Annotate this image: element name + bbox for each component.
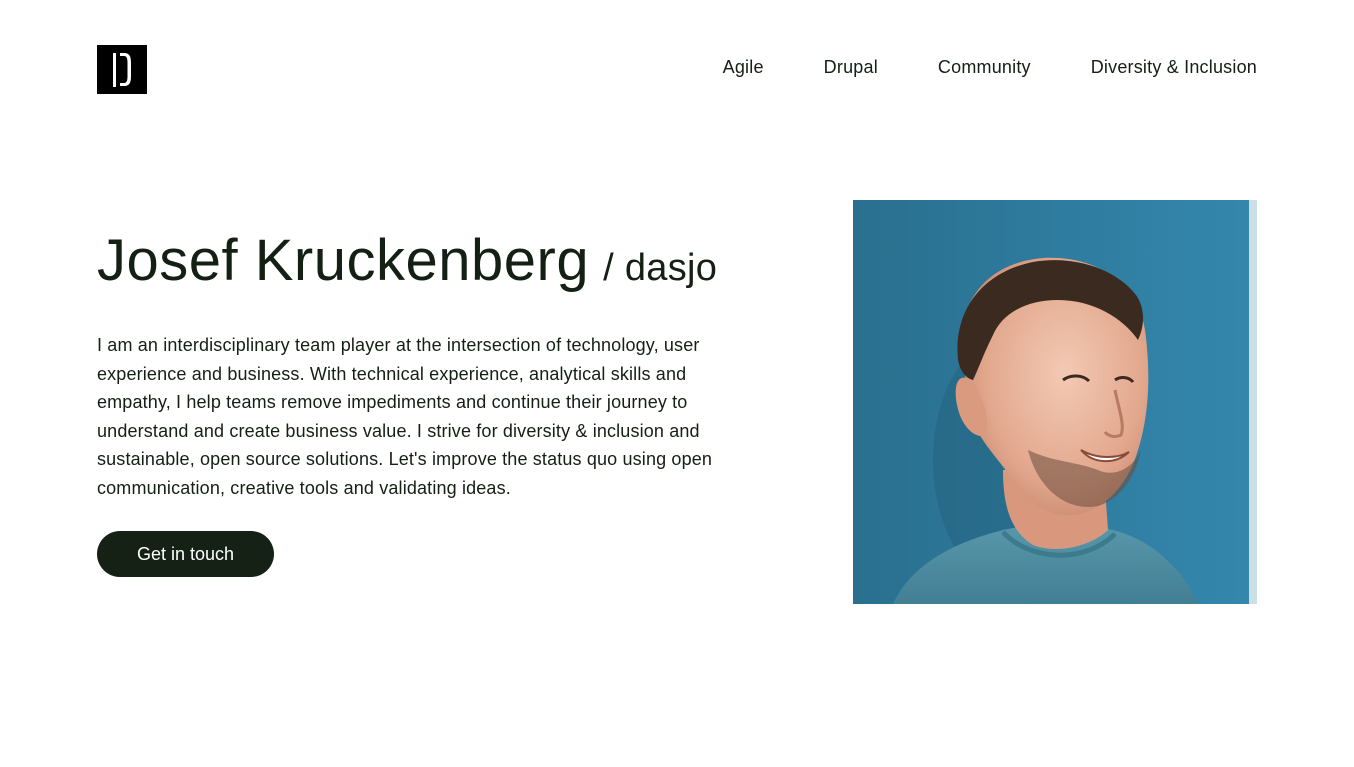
logo-icon[interactable] xyxy=(97,45,147,94)
dasjo-logo-icon xyxy=(97,45,147,94)
nav-link-drupal[interactable]: Drupal xyxy=(824,55,878,79)
portrait-photo xyxy=(853,200,1257,604)
page-title: Josef Kruckenberg / dasjo xyxy=(97,232,717,290)
page: Agile Drupal Community Diversity & Inclu… xyxy=(0,0,1354,767)
nav-link-community[interactable]: Community xyxy=(938,55,1031,79)
nav-link-agile[interactable]: Agile xyxy=(723,55,764,79)
hero-handle: / dasjo xyxy=(603,247,718,289)
nav-link-diversity-inclusion[interactable]: Diversity & Inclusion xyxy=(1091,55,1257,79)
portrait-image xyxy=(853,200,1257,604)
main-nav: Agile Drupal Community Diversity & Inclu… xyxy=(723,55,1257,79)
get-in-touch-button[interactable]: Get in touch xyxy=(97,531,274,577)
intro-paragraph: I am an interdisciplinary team player at… xyxy=(97,335,713,498)
hero-name: Josef Kruckenberg xyxy=(97,228,590,293)
